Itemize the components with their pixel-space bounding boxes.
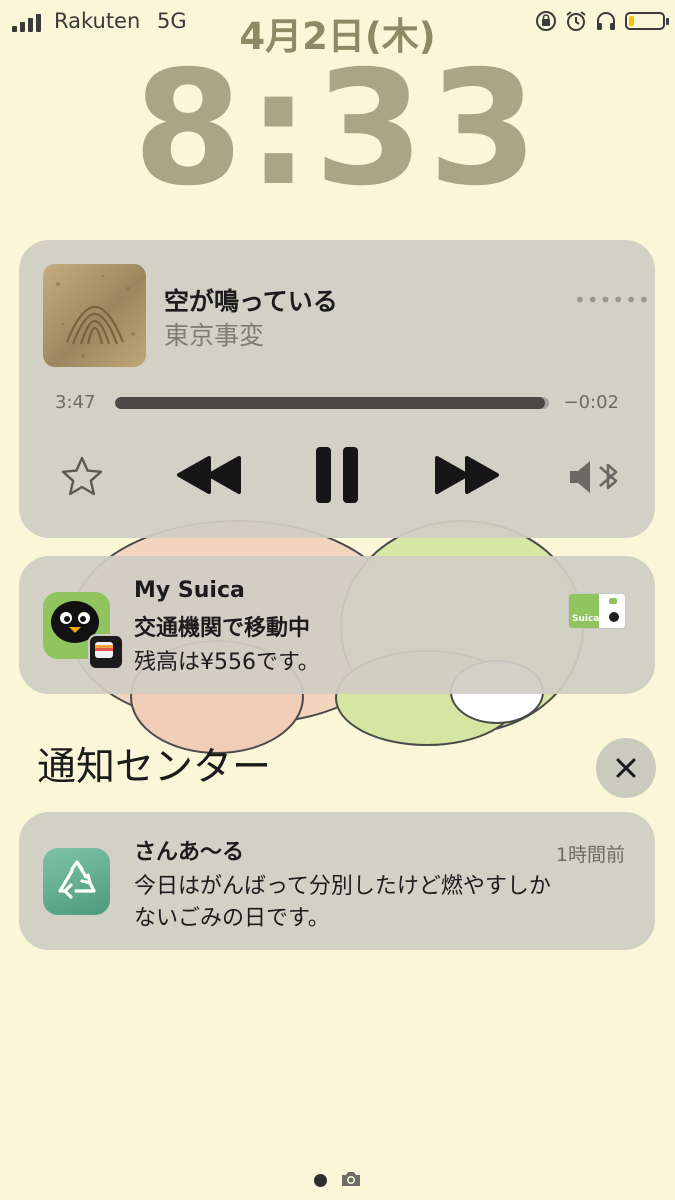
notification-body-line-2: ないごみの日です。 — [134, 906, 330, 931]
album-artwork[interactable] — [43, 264, 146, 367]
song-title: 空が鳴っている — [164, 287, 338, 316]
suica-card-thumbnail: Suica — [569, 594, 625, 628]
notification-app-name: My Suica — [134, 578, 245, 603]
notification-body-line-1: 今日はがんばって分別したけど燃やすしか — [134, 874, 551, 899]
sanaru-notification[interactable]: さんあ〜る 1時間前 今日はがんばって分別したけど燃やすしか ないごみの日です。 — [19, 812, 655, 950]
suica-notification[interactable]: My Suica 交通機関で移動中 残高は¥556です。 Suica — [19, 556, 655, 694]
clear-notifications-button[interactable] — [596, 738, 656, 798]
remaining-time: −0:02 — [563, 392, 619, 413]
camera-icon[interactable] — [340, 1170, 362, 1192]
fast-forward-button[interactable] — [432, 450, 502, 500]
rewind-button[interactable] — [174, 450, 244, 500]
notification-title: 交通機関で移動中 — [134, 616, 311, 641]
favorite-star-button[interactable] — [57, 452, 107, 502]
audio-output-button[interactable] — [565, 452, 623, 502]
notification-body: 残高は¥556です。 — [134, 650, 320, 675]
fast-forward-icon — [435, 456, 499, 494]
bluetooth-speaker-icon — [570, 461, 618, 493]
more-options-icon[interactable]: •••••• — [574, 288, 651, 312]
notification-app-name: さんあ〜る — [134, 840, 245, 865]
notification-timestamp: 1時間前 — [555, 844, 625, 866]
recycle-app-icon — [43, 848, 110, 915]
wallet-badge-icon — [88, 634, 124, 670]
rewind-icon — [177, 456, 241, 494]
now-playing-widget[interactable]: 空が鳴っている 東京事変 •••••• 3:47 −0:02 — [19, 240, 655, 538]
playback-scrubber[interactable] — [115, 397, 549, 409]
close-icon — [616, 758, 636, 778]
star-icon — [61, 456, 103, 496]
notification-center-title: 通知センター — [37, 745, 272, 790]
song-artist: 東京事変 — [164, 321, 265, 350]
page-dot[interactable] — [314, 1174, 327, 1187]
lock-screen-time: 8:33 — [133, 37, 542, 221]
pause-button[interactable] — [311, 442, 363, 508]
pause-icon — [316, 447, 358, 503]
elapsed-time: 3:47 — [55, 392, 96, 413]
card-label: Suica — [572, 614, 600, 624]
